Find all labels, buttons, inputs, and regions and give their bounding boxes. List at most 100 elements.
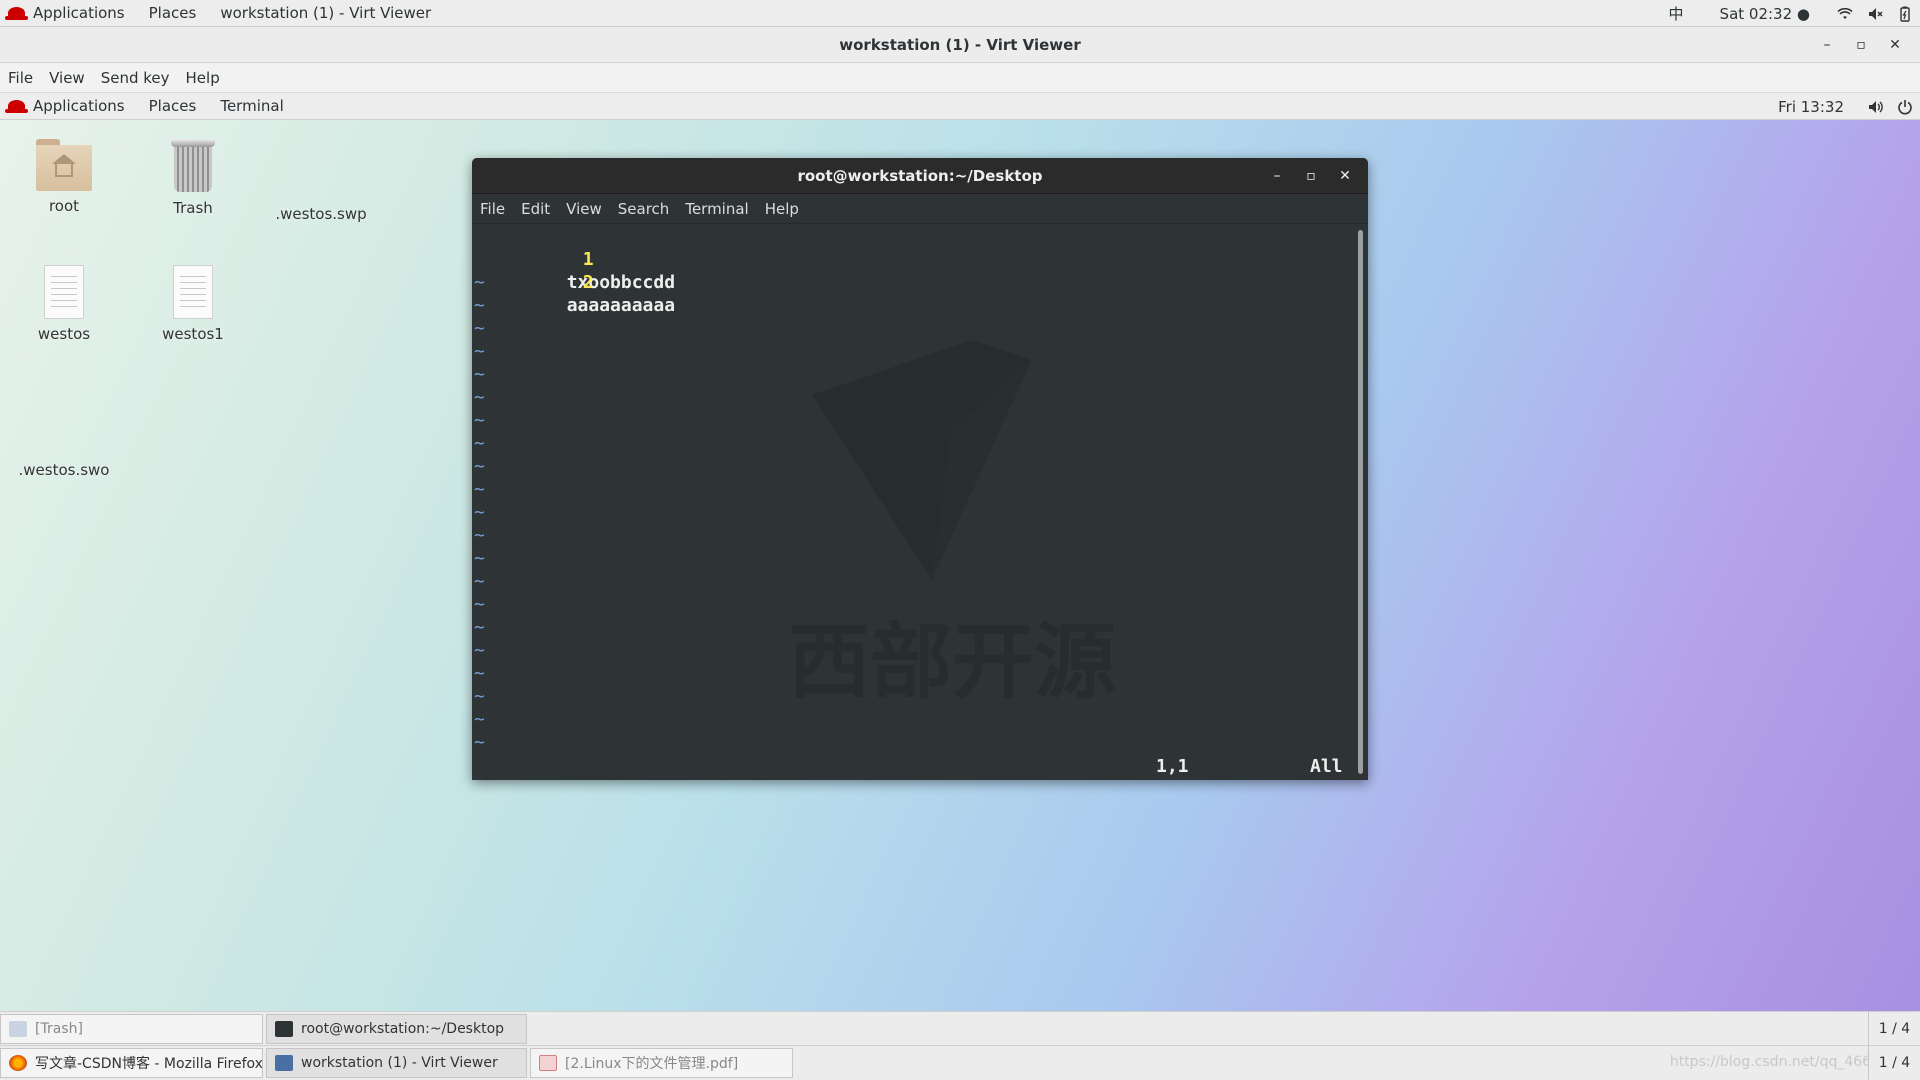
terminal-menu-view[interactable]: View (566, 200, 602, 218)
guest-applications-menu[interactable]: Applications (33, 97, 125, 115)
vim-empty-line-marker: ~ (474, 456, 485, 477)
close-icon[interactable]: ✕ (1328, 164, 1362, 188)
minimize-icon[interactable]: – (1260, 164, 1294, 188)
desktop-icon-trash[interactable]: Trash (138, 139, 248, 217)
guest-places-menu[interactable]: Places (149, 97, 197, 115)
terminal-menu-edit[interactable]: Edit (521, 200, 550, 218)
desktop-icon-westos1[interactable]: westos1 (138, 265, 248, 343)
workspace-pager[interactable]: 1 / 4 (1868, 1012, 1920, 1046)
vim-empty-line-marker: ~ (474, 709, 485, 730)
host-active-window-title[interactable]: workstation (1) - Virt Viewer (220, 4, 431, 22)
desktop-icon-westos-swp[interactable]: .westos.swp (266, 199, 376, 223)
guest-desktop[interactable]: Applications Places Terminal Fri 13:32 r… (0, 93, 1920, 1011)
vim-empty-line-marker: ~ (474, 525, 485, 546)
host-applications-menu[interactable]: Applications (33, 4, 125, 22)
vim-empty-line-marker: ~ (474, 640, 485, 661)
power-icon[interactable] (1897, 99, 1913, 115)
vim-line: 1 txoobbccdd (472, 225, 675, 293)
volume-icon[interactable] (1867, 99, 1883, 115)
vim-empty-line-marker: ~ (474, 732, 485, 753)
desktop-icon-label: westos1 (162, 325, 224, 343)
desktop-icon-label: westos (37, 325, 91, 343)
vim-empty-line-marker: ~ (474, 341, 485, 362)
close-icon[interactable]: ✕ (1878, 33, 1912, 57)
vim-empty-line-marker: ~ (474, 617, 485, 638)
taskbar-item-trash[interactable]: [Trash] (0, 1014, 263, 1044)
workspace-pager[interactable]: 1 / 4 (1868, 1046, 1920, 1080)
menu-send-key[interactable]: Send key (101, 69, 170, 87)
vim-empty-line-marker: ~ (474, 387, 485, 408)
westos-logo-watermark: 西部开源 (788, 340, 1116, 710)
desktop-icon-label: .westos.swo (18, 461, 110, 479)
vim-editor[interactable]: 西部开源 1 txoobbccdd 2 aaaaaaaaaa ~ ~ ~ ~ ~ ~ ~ ~ ~… (472, 225, 1368, 780)
redhat-hat-icon (5, 100, 28, 113)
monitor-icon (275, 1055, 293, 1071)
terminal-menu-help[interactable]: Help (765, 200, 799, 218)
watermark-text: 西部开源 (788, 615, 1116, 710)
maximize-icon[interactable]: ▫ (1844, 33, 1878, 57)
guest-taskbar: [Trash] root@workstation:~/Desktop 1 / 4 (0, 1011, 1920, 1046)
desktop-icon-westos-swo[interactable]: .westos.swo (9, 455, 119, 479)
trash-icon (9, 1021, 27, 1037)
trash-icon (171, 139, 215, 193)
vim-empty-line-marker: ~ (474, 663, 485, 684)
firefox-icon (9, 1055, 27, 1071)
taskbar-item-label: workstation (1) - Virt Viewer (301, 1055, 498, 1071)
host-clock[interactable]: Sat 02:32 ● (1720, 5, 1810, 23)
virt-viewer-menubar: File View Send key Help (0, 63, 1920, 93)
virt-viewer-titlebar: workstation (1) - Virt Viewer – ▫ ✕ (0, 27, 1920, 63)
vim-empty-line-marker: ~ (474, 410, 485, 431)
text-file-icon (173, 265, 213, 319)
line-number: 2 (582, 272, 594, 293)
taskbar-item-firefox[interactable]: 写文章-CSDN博客 - Mozilla Firefox (0, 1048, 263, 1078)
terminal-window[interactable]: root@workstation:~/Desktop – ▫ ✕ File Ed… (472, 158, 1368, 780)
guest-top-bar: Applications Places Terminal Fri 13:32 (0, 93, 1920, 120)
taskbar-item-label: [2.Linux下的文件管理.pdf] (565, 1056, 739, 1072)
host-places-menu[interactable]: Places (149, 4, 197, 22)
terminal-menu-file[interactable]: File (480, 200, 505, 218)
input-method-indicator[interactable]: 中 (1669, 3, 1684, 24)
host-taskbar: 写文章-CSDN博客 - Mozilla Firefox workstation… (0, 1045, 1920, 1080)
battery-icon[interactable] (1897, 6, 1913, 22)
vim-empty-line-marker: ~ (474, 318, 485, 339)
wifi-icon[interactable] (1837, 6, 1853, 22)
taskbar-item-terminal[interactable]: root@workstation:~/Desktop (266, 1014, 527, 1044)
menu-view[interactable]: View (49, 69, 85, 87)
pdf-icon (539, 1055, 557, 1071)
vim-empty-line-marker: ~ (474, 548, 485, 569)
vim-empty-line-marker: ~ (474, 295, 485, 316)
text-file-icon (44, 265, 84, 319)
minimize-icon[interactable]: – (1810, 33, 1844, 57)
vim-statusline: 1,1 All (472, 755, 1352, 778)
vim-empty-line-marker: ~ (474, 502, 485, 523)
vim-line: 2 aaaaaaaaaa (472, 248, 675, 316)
terminal-menu-terminal[interactable]: Terminal (685, 200, 748, 218)
terminal-menubar: File Edit View Search Terminal Help (472, 194, 1368, 224)
terminal-menu-search[interactable]: Search (618, 200, 670, 218)
terminal-scrollbar[interactable] (1358, 230, 1363, 774)
scroll-indicator: All (1310, 756, 1343, 777)
desktop-icon-root[interactable]: root (9, 139, 119, 215)
maximize-icon[interactable]: ▫ (1294, 164, 1328, 188)
redhat-hat-icon (5, 7, 28, 20)
desktop-icon-label: Trash (173, 199, 213, 217)
cursor-position: 1,1 (1156, 756, 1189, 777)
vim-empty-line-marker: ~ (474, 272, 485, 293)
volume-muted-icon[interactable] (1867, 6, 1883, 22)
taskbar-item-pdf[interactable]: [2.Linux下的文件管理.pdf] (530, 1048, 793, 1078)
taskbar-item-virt-viewer[interactable]: workstation (1) - Virt Viewer (266, 1048, 527, 1078)
guest-clock[interactable]: Fri 13:32 (1778, 98, 1844, 116)
blog-watermark: https://blog.csdn.net/qq_4660 (1669, 1054, 1880, 1070)
vim-empty-line-marker: ~ (474, 686, 485, 707)
desktop-icon-label: .westos.swp (275, 205, 367, 223)
menu-file[interactable]: File (8, 69, 33, 87)
guest-terminal-menu[interactable]: Terminal (220, 97, 283, 115)
terminal-titlebar[interactable]: root@workstation:~/Desktop – ▫ ✕ (472, 158, 1368, 194)
taskbar-item-label: [Trash] (35, 1021, 83, 1037)
line-text: aaaaaaaaaa (566, 295, 676, 316)
menu-help[interactable]: Help (186, 69, 220, 87)
terminal-title: root@workstation:~/Desktop (797, 167, 1043, 185)
virt-viewer-title: workstation (1) - Virt Viewer (839, 36, 1081, 54)
desktop-icon-westos[interactable]: westos (9, 265, 119, 343)
vim-empty-line-marker: ~ (474, 594, 485, 615)
